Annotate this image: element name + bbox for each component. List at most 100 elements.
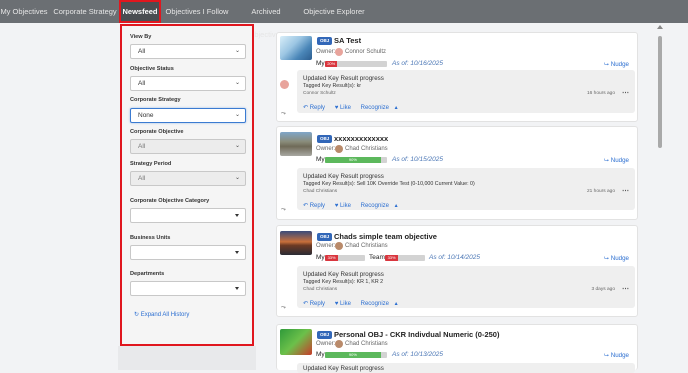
obj-badge: OBJ: [317, 135, 333, 143]
objective-status-label: Objective Status: [130, 66, 174, 72]
feed-detail: Tagged Key Result(s): Sell 10K Override …: [303, 181, 475, 187]
obj-badge: OBJ: [317, 37, 333, 45]
tab-corporate-strategy[interactable]: Corporate Strategy: [52, 0, 118, 23]
chevron-down-icon: ⌄: [234, 80, 240, 86]
corporate-objective-category-label: Corporate Objective Category: [130, 198, 210, 204]
share-icon[interactable]: ⤳: [281, 207, 286, 214]
feed-timestamp: 21 hours ago: [586, 189, 615, 194]
progress-fill: 33%: [325, 255, 339, 261]
more-options-icon[interactable]: ⋯: [622, 89, 629, 97]
as-of-date: As of: 10/13/2025: [392, 351, 443, 358]
expand-all-history-label: Expand All History: [140, 312, 190, 318]
as-of-date: As of: 10/14/2025: [429, 254, 480, 261]
recognize-button[interactable]: Recognize ▴: [361, 301, 398, 307]
departments-select[interactable]: [130, 281, 246, 296]
newsfeed-card: OBJ SA Test Owner: Connor Schultz My 20%…: [276, 32, 638, 122]
like-button[interactable]: ♥ Like: [335, 203, 355, 209]
reply-button[interactable]: ↶ Reply: [303, 105, 329, 111]
user-avatar: [280, 174, 289, 183]
corporate-strategy-label: Corporate Strategy: [130, 97, 181, 103]
tab-objectives-i-follow[interactable]: Objectives I Follow: [165, 0, 229, 23]
my-progress-bar: 90%: [325, 352, 387, 358]
nudge-button[interactable]: ⮡ Nudge: [604, 61, 629, 69]
feed-detail: Tagged Key Result(s): KR 1, KR 2: [303, 279, 384, 285]
feed-detail: Tagged Key Result(s): kr: [303, 83, 361, 89]
tab-my-objectives[interactable]: My Objectives: [0, 0, 48, 23]
objective-title[interactable]: Chads simple team objective: [334, 232, 437, 241]
objective-title[interactable]: SA Test: [334, 36, 361, 45]
filter-panel: View By All ⌄ Objective Status All ⌄ Cor…: [120, 24, 254, 346]
my-progress-label: My: [316, 156, 325, 163]
scroll-up-icon[interactable]: [657, 25, 663, 29]
view-by-value: All: [138, 48, 146, 55]
feed-title: Updated Key Result progress: [303, 75, 384, 82]
chevron-down-icon: ⌄: [234, 48, 240, 54]
objective-title[interactable]: Personal OBJ - CKR Indivdual Numeric (0-…: [334, 330, 499, 339]
objective-status-select[interactable]: All ⌄: [130, 76, 246, 91]
nudge-button[interactable]: ⮡ Nudge: [604, 352, 629, 360]
nudge-label: Nudge: [610, 61, 629, 68]
corporate-objective-label: Corporate Objective: [130, 129, 184, 135]
owner-name[interactable]: Chad Christians: [345, 341, 388, 347]
feed-title: Updated Key Result progress: [303, 173, 384, 180]
like-button[interactable]: ♥ Like: [335, 301, 355, 307]
strategy-period-select[interactable]: All ⌄: [130, 171, 246, 186]
tab-newsfeed[interactable]: Newsfeed: [119, 0, 161, 23]
recognize-label: Recognize: [360, 105, 389, 111]
nudge-label: Nudge: [610, 157, 629, 164]
owner-label: Owner:: [316, 341, 336, 347]
share-icon[interactable]: ⤳: [281, 111, 286, 118]
reply-label: Reply: [309, 105, 326, 111]
feed-timestamp: 3 days ago: [591, 287, 615, 292]
my-progress-bar: 90%: [325, 157, 387, 163]
expand-all-history-link[interactable]: ↻ Expand All History: [134, 311, 189, 318]
newsfeed-card: OBJ xxxxxxxxxxxxx Owner: Chad Christians…: [276, 126, 638, 220]
recognize-button[interactable]: Recognize ▴: [361, 203, 398, 209]
tab-archived-objectives[interactable]: Archived Objectives: [233, 0, 299, 39]
strategy-period-label: Strategy Period: [130, 161, 172, 167]
objective-image: [280, 231, 312, 255]
feed-user: Chad Christians: [303, 189, 338, 194]
feed-item: Updated Key Result progress Tagged Key R…: [297, 266, 635, 308]
my-progress-label: My: [316, 351, 325, 358]
corporate-objective-select[interactable]: All ⌄: [130, 139, 246, 154]
owner-name[interactable]: Chad Christians: [345, 243, 388, 249]
owner-name[interactable]: Connor Schultz: [345, 49, 386, 55]
scrollbar-thumb[interactable]: [658, 36, 662, 148]
departments-label: Departments: [130, 271, 165, 277]
as-of-date: As of: 10/16/2025: [392, 60, 443, 67]
as-of-date: As of: 10/15/2025: [392, 156, 443, 163]
obj-badge: OBJ: [317, 233, 333, 241]
my-progress-bar: 20%: [325, 61, 387, 67]
objective-image: [280, 36, 312, 60]
view-by-select[interactable]: All ⌄: [130, 44, 246, 59]
recognize-label: Recognize: [360, 301, 389, 307]
view-by-label: View By: [130, 34, 152, 40]
objective-title[interactable]: xxxxxxxxxxxxx: [334, 134, 388, 143]
nudge-icon: ⮡: [604, 61, 610, 68]
feed-item: Updated Key Result progress: [297, 363, 635, 373]
share-icon[interactable]: ⤳: [281, 305, 286, 312]
progress-fill: 20%: [325, 61, 338, 67]
reply-button[interactable]: ↶ Reply: [303, 203, 329, 209]
nudge-button[interactable]: ⮡ Nudge: [604, 157, 629, 165]
like-label: Like: [339, 301, 351, 307]
more-options-icon[interactable]: ⋯: [622, 285, 629, 293]
owner-label: Owner:: [316, 49, 336, 55]
feed-actions: ↶ Reply ♥ Like Recognize ▴: [303, 300, 402, 307]
corporate-objective-value: All: [138, 143, 146, 150]
nudge-icon: ⮡: [604, 157, 610, 164]
recognize-button[interactable]: Recognize ▴: [361, 105, 398, 111]
reply-button[interactable]: ↶ Reply: [303, 301, 329, 307]
more-options-icon[interactable]: ⋯: [622, 187, 629, 195]
corporate-strategy-select[interactable]: None ⌄: [130, 108, 246, 123]
business-units-select[interactable]: [130, 245, 246, 260]
tab-objective-explorer[interactable]: Objective Explorer: [303, 0, 365, 23]
my-progress-label: My: [316, 254, 325, 261]
like-button[interactable]: ♥ Like: [335, 105, 355, 111]
nudge-button[interactable]: ⮡ Nudge: [604, 255, 629, 263]
caret-down-icon: [235, 214, 239, 217]
chevron-down-icon: ⌄: [234, 112, 240, 118]
owner-name[interactable]: Chad Christians: [345, 146, 388, 152]
corporate-objective-category-select[interactable]: [130, 208, 246, 223]
